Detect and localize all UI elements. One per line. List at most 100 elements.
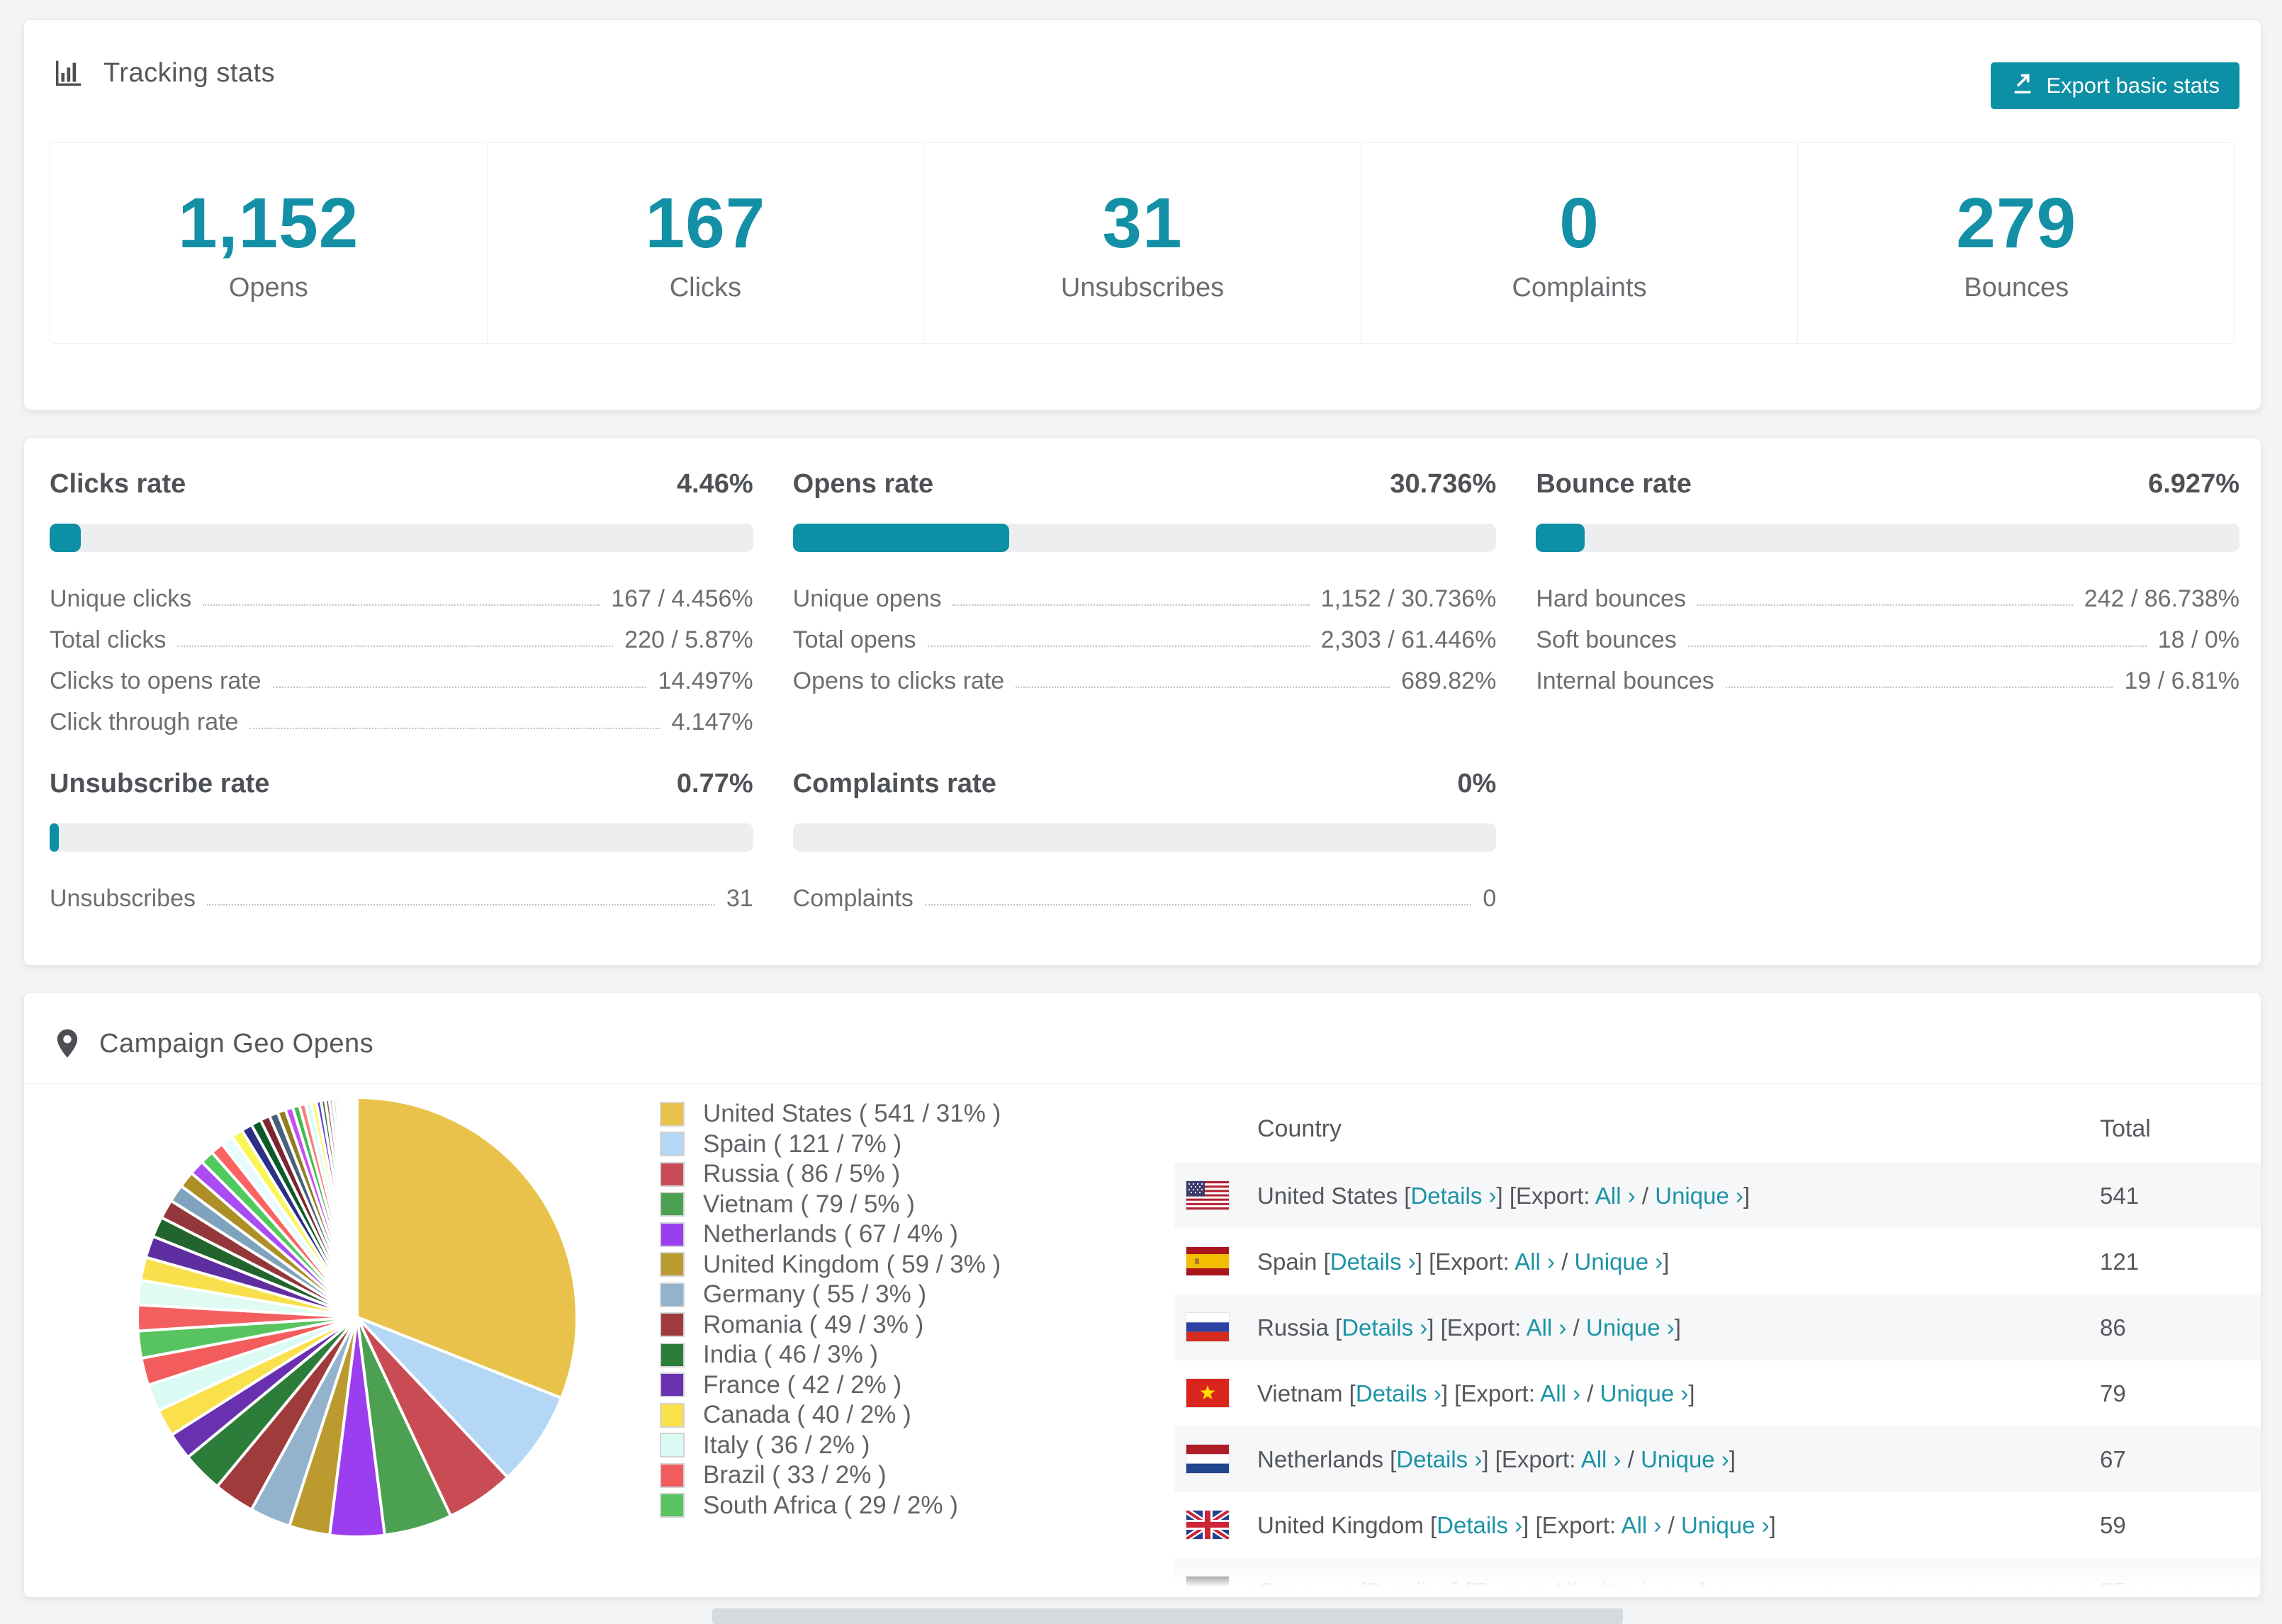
export-unique-link[interactable]: Unique › — [1655, 1183, 1743, 1209]
metric-label: Total clicks — [50, 626, 167, 653]
geo-opens-pie-chart — [132, 1092, 583, 1543]
details-link[interactable]: Details › — [1356, 1380, 1441, 1406]
legend-label: Romania ( 49 / 3% ) — [703, 1310, 924, 1338]
email-tracking-dashboard: Tracking stats Export basic stats 1,152 O… — [0, 0, 2282, 1624]
rate-title: Bounce rate — [1536, 469, 1692, 499]
metric-row: Internal bounces 19 / 6.81% — [1536, 654, 2239, 695]
legend-label: Brazil ( 33 / 2% ) — [703, 1461, 887, 1489]
rate-value: 6.927% — [2148, 469, 2239, 499]
export-all-link[interactable]: All › — [1514, 1248, 1555, 1275]
total-value: 59 — [2100, 1511, 2126, 1538]
legend-swatch — [660, 1342, 685, 1368]
metric-value: 242 / 86.738% — [2084, 585, 2239, 612]
table-row-united-states: United States [Details ›] [Export: All ›… — [1174, 1163, 2261, 1229]
total-value: 79 — [2100, 1380, 2126, 1406]
table-row-russia: Russia [Details ›] [Export: All › / Uniq… — [1174, 1295, 2261, 1360]
metric-value: 0 — [1483, 885, 1497, 912]
legend-item-united-kingdom[interactable]: United Kingdom ( 59 / 3% ) — [660, 1250, 1001, 1280]
stat-cell-complaints: 0 Complaints — [1361, 143, 1799, 343]
legend-item-netherlands[interactable]: Netherlands ( 67 / 4% ) — [660, 1219, 1001, 1250]
rate-title-row: Opens rate 30.736% — [793, 469, 1497, 500]
table-row-vietnam: Vietnam [Details ›] [Export: All › / Uni… — [1174, 1360, 2261, 1426]
rate-title-row: Complaints rate 0% — [793, 769, 1497, 799]
country-cell: United States [Details ›] [Export: All ›… — [1257, 1182, 1750, 1209]
country-cell: Vietnam [Details ›] [Export: All › / Uni… — [1257, 1380, 1695, 1406]
export-basic-stats-button[interactable]: Export basic stats — [1991, 62, 2239, 109]
details-link[interactable]: Details › — [1366, 1578, 1452, 1598]
export-unique-link[interactable]: Unique › — [1586, 1314, 1675, 1341]
dotted-leader — [203, 604, 600, 606]
export-unique-link[interactable]: Unique › — [1575, 1248, 1663, 1275]
metric-value: 19 / 6.81% — [2124, 667, 2239, 694]
rates-grid: Clicks rate 4.46% Unique clicks 167 / 4.456… — [24, 438, 2261, 913]
geo-header: Campaign Geo Opens — [24, 993, 2261, 1059]
legend-item-india[interactable]: India ( 46 / 3% ) — [660, 1340, 1001, 1370]
progress-bar — [1536, 524, 2239, 552]
metric-row: Clicks to opens rate 14.497% — [50, 654, 753, 695]
export-all-link[interactable]: All › — [1527, 1314, 1567, 1341]
rate-block-complaints-rate: Complaints rate 0% Complaints 0 — [792, 769, 1497, 913]
details-link[interactable]: Details › — [1342, 1314, 1427, 1341]
legend-item-vietnam[interactable]: Vietnam ( 79 / 5% ) — [660, 1190, 1001, 1220]
legend-item-germany[interactable]: Germany ( 55 / 3% ) — [660, 1280, 1001, 1310]
dotted-leader — [927, 645, 1310, 647]
details-link[interactable]: Details › — [1437, 1512, 1522, 1538]
export-all-link[interactable]: All › — [1581, 1446, 1621, 1472]
legend-label: United Kingdom ( 59 / 3% ) — [703, 1250, 1001, 1278]
progress-bar — [50, 823, 753, 852]
dotted-leader — [924, 904, 1472, 906]
export-all-link[interactable]: All › — [1551, 1578, 1591, 1598]
metric-label: Hard bounces — [1536, 585, 1687, 612]
legend-item-canada[interactable]: Canada ( 40 / 2% ) — [660, 1400, 1001, 1431]
rate-value: 4.46% — [676, 469, 753, 499]
details-link[interactable]: Details › — [1330, 1248, 1416, 1275]
progress-fill — [50, 524, 82, 552]
legend-item-south-africa[interactable]: South Africa ( 29 / 2% ) — [660, 1491, 1001, 1521]
table-row-germany: Germany [Details ›] [Export: All › / Uni… — [1174, 1558, 2261, 1598]
progress-bar — [50, 524, 753, 552]
legend-item-russia[interactable]: Russia ( 86 / 5% ) — [660, 1159, 1001, 1190]
legend-item-brazil[interactable]: Brazil ( 33 / 2% ) — [660, 1460, 1001, 1491]
export-all-link[interactable]: All › — [1621, 1512, 1662, 1538]
horizontal-scrollbar[interactable] — [712, 1608, 1623, 1624]
dotted-leader — [249, 728, 661, 729]
legend-swatch — [660, 1192, 685, 1217]
stat-label: Bounces — [1964, 273, 2069, 303]
metric-list: Hard bounces 242 / 86.738% Soft bounces 18 … — [1536, 572, 2239, 695]
metric-row: Complaints 0 — [793, 872, 1497, 913]
legend-item-romania[interactable]: Romania ( 49 / 3% ) — [660, 1310, 1001, 1341]
summary-stats-row: 1,152 Opens 167 Clicks 31 Unsubscribes 0 Compla… — [50, 142, 2235, 344]
stat-value: 279 — [1956, 184, 2077, 263]
pie-legend: United States ( 541 / 31% ) Spain ( 121 /… — [660, 1099, 1001, 1521]
progress-fill — [792, 524, 1009, 552]
geo-opens-table: Country Total United States [Details ›] … — [1174, 1095, 2261, 1598]
export-all-link[interactable]: All › — [1595, 1183, 1636, 1209]
metric-row: Unsubscribes 31 — [50, 872, 753, 913]
legend-item-spain[interactable]: Spain ( 121 / 7% ) — [660, 1129, 1001, 1160]
export-unique-link[interactable]: Unique › — [1641, 1446, 1729, 1472]
stat-value: 31 — [1102, 184, 1183, 263]
legend-item-united-states[interactable]: United States ( 541 / 31% ) — [660, 1099, 1001, 1129]
table-body: United States [Details ›] [Export: All ›… — [1174, 1163, 2261, 1598]
dotted-leader — [1687, 645, 2147, 647]
flag-vn-icon — [1186, 1379, 1229, 1407]
metric-value: 1,152 / 30.736% — [1320, 585, 1497, 612]
legend-label: Netherlands ( 67 / 4% ) — [703, 1220, 958, 1248]
export-all-link[interactable]: All › — [1540, 1380, 1580, 1406]
details-link[interactable]: Details › — [1410, 1183, 1496, 1209]
rate-title: Complaints rate — [792, 769, 996, 799]
metric-value: 18 / 0% — [2157, 626, 2239, 653]
details-link[interactable]: Details › — [1396, 1446, 1482, 1472]
export-unique-link[interactable]: Unique › — [1611, 1578, 1699, 1598]
metric-row: Total opens 2,303 / 61.446% — [793, 613, 1497, 654]
legend-item-france[interactable]: France ( 42 / 2% ) — [660, 1370, 1001, 1401]
progress-bar — [792, 823, 1497, 852]
stat-cell-opens: 1,152 Opens — [50, 143, 488, 343]
export-unique-link[interactable]: Unique › — [1681, 1512, 1770, 1538]
country-cell: United Kingdom [Details ›] [Export: All … — [1257, 1511, 1776, 1538]
dotted-leader — [177, 645, 614, 647]
legend-item-italy[interactable]: Italy ( 36 / 2% ) — [660, 1431, 1001, 1461]
country-column-header: Country — [1257, 1115, 1342, 1142]
rate-value: 0% — [1457, 769, 1497, 799]
export-unique-link[interactable]: Unique › — [1600, 1380, 1689, 1406]
